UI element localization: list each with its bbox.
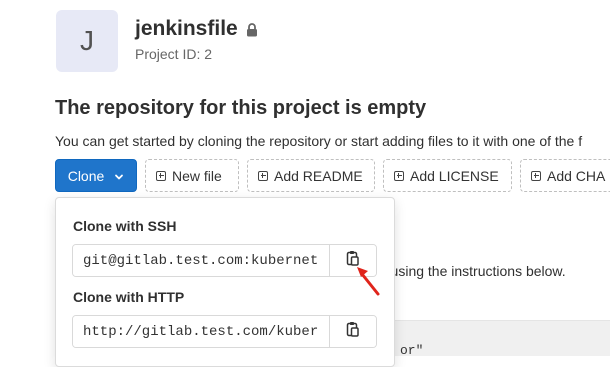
project-id: Project ID: 2 — [135, 46, 213, 62]
add-changelog-button[interactable]: Add CHA — [520, 159, 610, 192]
empty-repo-description: You can get started by cloning the repos… — [55, 133, 583, 149]
add-readme-button[interactable]: Add README — [247, 159, 375, 192]
lock-icon — [246, 22, 258, 37]
copy-http-url-button[interactable] — [329, 316, 376, 347]
new-file-label: New file — [172, 167, 222, 184]
project-title: jenkinsfile — [135, 17, 258, 41]
plus-square-icon — [258, 170, 268, 181]
clone-ssh-group — [72, 244, 377, 277]
clone-http-url-input[interactable] — [73, 316, 329, 347]
plus-square-icon — [156, 170, 166, 181]
add-license-label: Add LICENSE — [410, 167, 499, 184]
clone-button[interactable]: Clone — [55, 159, 137, 192]
plus-square-icon — [531, 170, 541, 181]
clone-ssh-url-input[interactable] — [73, 245, 329, 276]
clone-dropdown: Clone with SSH Clone with HTTP — [55, 197, 395, 367]
project-avatar: J — [56, 10, 118, 72]
red-arrow-annotation-icon — [354, 262, 384, 303]
empty-repo-title: The repository for this project is empty — [55, 97, 427, 119]
code-text: or" — [400, 343, 424, 358]
clone-http-label: Clone with HTTP — [73, 289, 185, 305]
clone-http-group — [72, 315, 377, 348]
project-name: jenkinsfile — [135, 17, 238, 40]
add-changelog-label: Add CHA — [547, 167, 606, 184]
clone-ssh-label: Clone with SSH — [73, 218, 177, 234]
code-block: or" — [395, 320, 610, 358]
chevron-down-icon — [114, 168, 124, 184]
add-readme-label: Add README — [274, 167, 363, 184]
copy-icon — [346, 321, 360, 342]
plus-square-icon — [394, 170, 404, 181]
clone-button-label: Clone — [67, 167, 105, 184]
instructions-text: r using the instructions below. — [382, 263, 566, 279]
new-file-button[interactable]: New file — [145, 159, 239, 192]
add-license-button[interactable]: Add LICENSE — [383, 159, 512, 192]
